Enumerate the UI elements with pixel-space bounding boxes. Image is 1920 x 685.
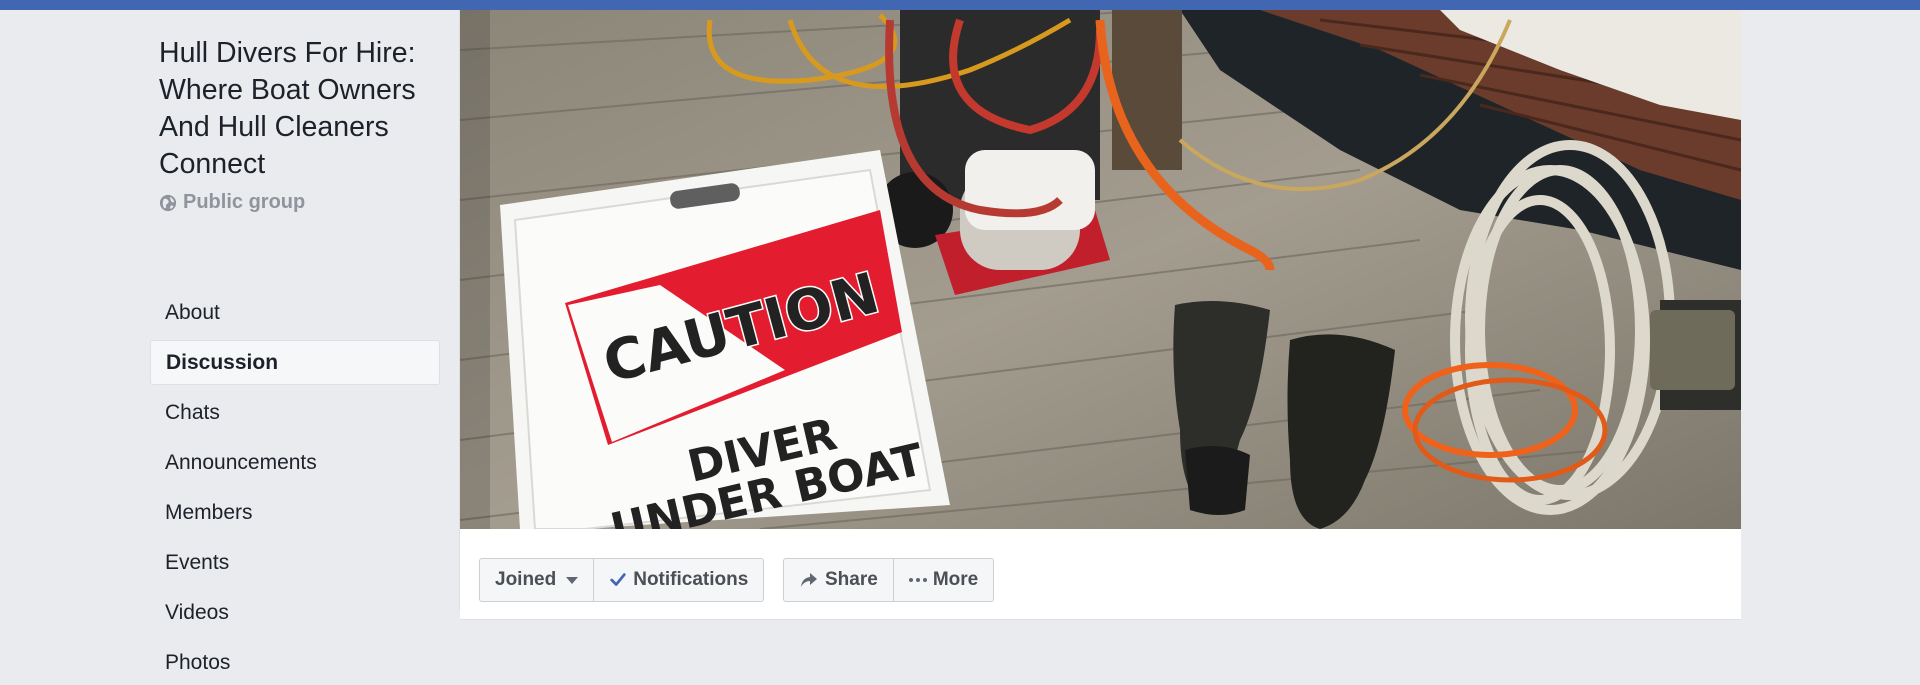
top-brand-bar: [0, 0, 1920, 10]
more-label: More: [932, 569, 979, 590]
nav-item-videos[interactable]: Videos: [150, 590, 440, 635]
nav-item-chats[interactable]: Chats: [150, 390, 440, 435]
nav-item-label: About: [165, 300, 220, 324]
check-icon: [610, 573, 626, 586]
joined-label: Joined: [495, 569, 557, 590]
nav-item-events[interactable]: Events: [150, 540, 440, 585]
nav-item-discussion[interactable]: Discussion: [150, 340, 440, 385]
nav-item-label: Videos: [165, 600, 229, 624]
nav-item-label: Members: [165, 500, 253, 524]
cover-card: CAUTION DIVER UNDER BOAT Joined Notifica…: [459, 10, 1741, 620]
membership-button-group: Joined Notifications: [479, 558, 765, 602]
share-arrow-icon: [801, 573, 817, 587]
nav-item-photos[interactable]: Photos: [150, 640, 440, 685]
nav-item-label: Photos: [165, 650, 231, 674]
nav-item-about[interactable]: About: [150, 290, 440, 335]
nav-item-members[interactable]: Members: [150, 490, 440, 535]
nav-item-label: Discussion: [166, 350, 279, 374]
more-button[interactable]: More: [892, 559, 993, 601]
nav-item-label: Chats: [165, 400, 220, 424]
nav-item-announcements[interactable]: Announcements: [150, 440, 440, 485]
nav-item-label: Announcements: [165, 450, 317, 474]
privacy-label: Public group: [183, 191, 306, 213]
more-dots-icon: [908, 578, 927, 582]
globe-icon: [159, 194, 177, 211]
group-action-bar: Joined Notifications Share More: [460, 529, 1741, 620]
group-title[interactable]: Hull Divers For Hire: Where Boat Owners …: [159, 35, 449, 183]
chevron-down-icon: [566, 576, 579, 584]
group-privacy: Public group: [159, 191, 305, 214]
share-label: Share: [825, 569, 878, 590]
cover-photo[interactable]: CAUTION DIVER UNDER BOAT: [460, 10, 1741, 529]
joined-button[interactable]: Joined: [480, 559, 593, 601]
nav-item-label: Events: [165, 550, 230, 574]
notifications-button[interactable]: Notifications: [593, 559, 763, 601]
cover-photo-scene: CAUTION DIVER UNDER BOAT: [460, 10, 1741, 529]
notifications-label: Notifications: [633, 569, 749, 590]
share-more-button-group: Share More: [783, 558, 995, 602]
share-button[interactable]: Share: [784, 559, 893, 601]
